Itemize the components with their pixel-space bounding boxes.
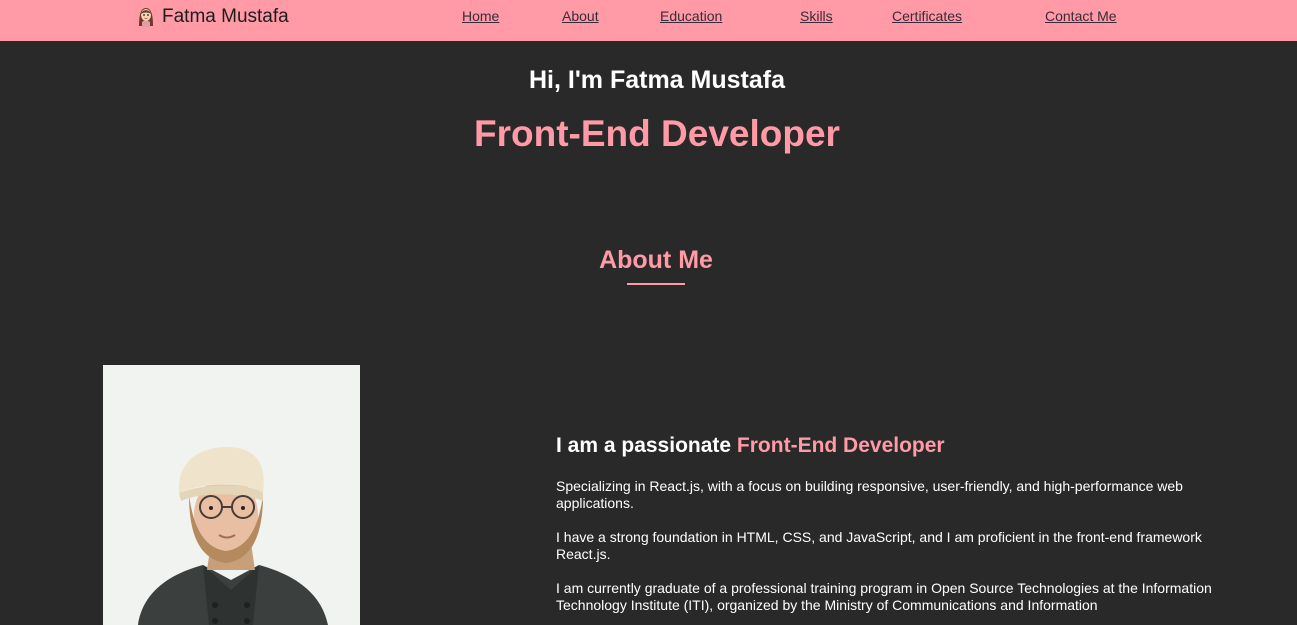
- about-paragraph-2: I have a strong foundation in HTML, CSS,…: [556, 529, 1202, 562]
- hero-greeting: Hi, I'm Fatma Mustafa: [529, 66, 785, 94]
- nav-link-certificates[interactable]: Certificates: [892, 8, 962, 24]
- section-title-underline: [627, 283, 685, 285]
- girl-avatar-icon: [137, 6, 155, 28]
- about-heading: I am a passionate Front-End Developer: [556, 434, 945, 458]
- about-paragraph-1: Specializing in React.js, with a focus o…: [556, 478, 1183, 511]
- nav-link-skills[interactable]: Skills: [800, 8, 833, 24]
- brand[interactable]: Fatma Mustafa: [137, 4, 289, 30]
- about-heading-accent: Front-End Developer: [736, 434, 945, 457]
- profile-photo: [103, 365, 360, 625]
- navbar: Fatma Mustafa Home About Education Skill…: [0, 0, 1297, 41]
- nav-link-education[interactable]: Education: [660, 8, 722, 24]
- nav-link-contact[interactable]: Contact Me: [1045, 8, 1117, 24]
- hero-role: Front-End Developer: [474, 113, 840, 154]
- brand-name: Fatma Mustafa: [162, 6, 289, 27]
- about-section-title: About Me: [599, 246, 713, 274]
- about-paragraph-3: I am currently graduate of a professiona…: [556, 580, 1212, 613]
- nav-link-about[interactable]: About: [562, 8, 599, 24]
- about-heading-prefix: I am a passionate: [556, 434, 737, 457]
- nav-link-home[interactable]: Home: [462, 8, 499, 24]
